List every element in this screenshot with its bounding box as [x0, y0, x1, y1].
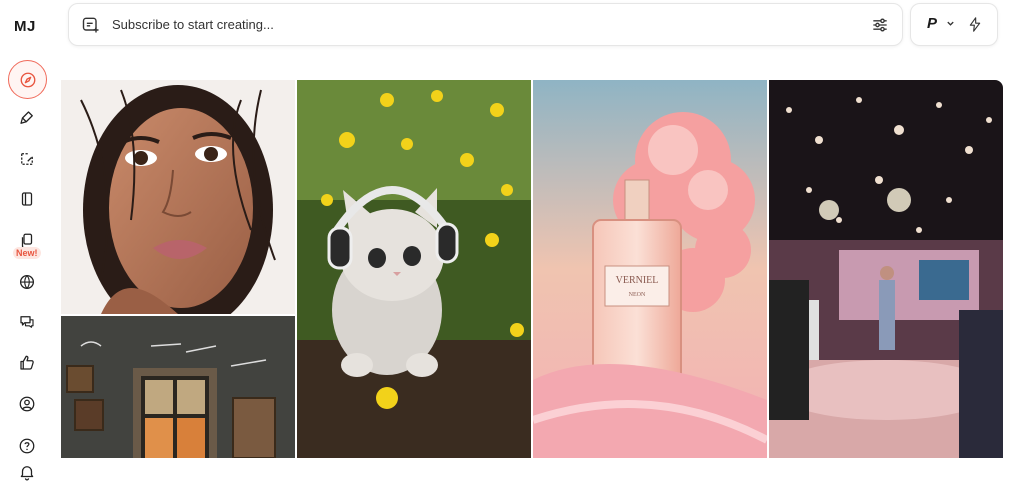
prompt-bar[interactable]: Subscribe to start creating... [68, 3, 903, 46]
book-icon [21, 192, 33, 206]
help-icon [19, 438, 35, 454]
globe-icon [19, 274, 35, 290]
perfume-label-sub: NEON [629, 292, 646, 298]
sidebar-item-edit[interactable] [7, 139, 47, 179]
sidebar-item-rooms[interactable] [7, 262, 47, 302]
kitten-image [297, 80, 531, 458]
sidebar-item-explore[interactable] [8, 60, 47, 99]
stage-image [769, 80, 1003, 458]
app-logo[interactable]: MJ [14, 18, 36, 35]
sidebar-item-chat[interactable] [7, 302, 47, 342]
perfume-label-brand: VERNIEL [616, 275, 659, 286]
lightning-icon[interactable] [967, 16, 983, 33]
image-prompt-icon[interactable] [81, 15, 101, 35]
settings-sliders-icon[interactable] [870, 15, 890, 35]
bell-icon [20, 466, 34, 481]
gallery-image-stage[interactable] [769, 80, 1003, 458]
sidebar-item-create[interactable] [7, 98, 47, 138]
compass-icon [20, 72, 35, 87]
sidebar-item-notifications[interactable] [7, 455, 47, 489]
account-menu[interactable]: P [910, 3, 998, 46]
sidebar-item-likes[interactable] [7, 343, 47, 383]
thumbs-up-icon [20, 355, 34, 370]
room-image [61, 316, 295, 458]
gallery-image-portrait[interactable] [61, 80, 295, 314]
brush-icon [20, 111, 33, 124]
account-initial[interactable]: P [927, 15, 937, 32]
sidebar: MJ New! [0, 0, 54, 496]
sidebar-item-personalize[interactable] [7, 179, 47, 219]
chat-icon [20, 316, 34, 328]
gallery-image-room[interactable] [61, 316, 295, 458]
perfume-image: VERNIEL NEON [533, 80, 767, 458]
chevron-down-icon[interactable] [946, 19, 955, 28]
prompt-input[interactable]: Subscribe to start creating... [112, 17, 274, 32]
sidebar-item-profile[interactable] [7, 384, 47, 424]
edit-square-icon [21, 153, 33, 165]
gallery-image-kitten[interactable] [297, 80, 531, 458]
new-badge: New! [13, 247, 41, 259]
gallery-image-perfume[interactable]: VERNIEL NEON [533, 80, 767, 458]
user-circle-icon [19, 396, 35, 412]
portrait-image [61, 80, 295, 314]
